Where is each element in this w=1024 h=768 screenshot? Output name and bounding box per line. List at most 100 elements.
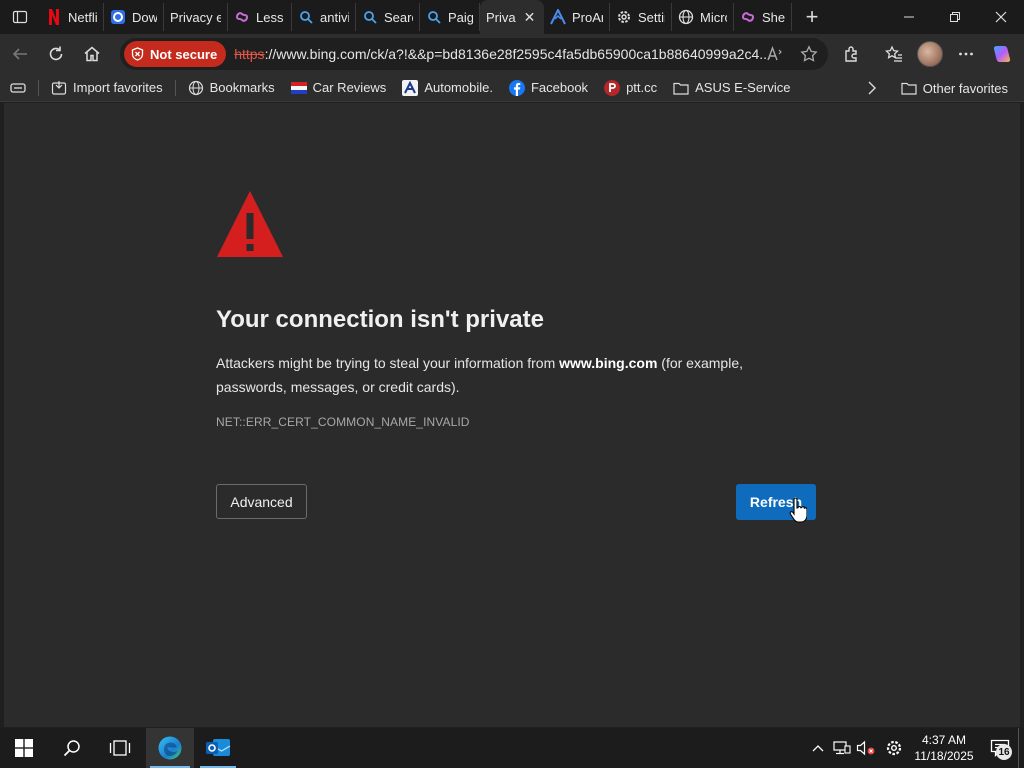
site-host: www.bing.com	[559, 355, 658, 371]
automobile-logo-icon	[402, 79, 419, 96]
tab-paige[interactable]: Paige	[420, 3, 480, 31]
fav-label: Import favorites	[73, 80, 163, 95]
favorite-star-icon[interactable]	[800, 45, 818, 63]
url-scheme: https	[234, 46, 265, 62]
reload-icon	[49, 46, 63, 61]
netflix-icon	[46, 9, 62, 25]
not-secure-badge[interactable]: Not secure	[124, 41, 227, 67]
description-text: Attackers might be trying to steal your …	[216, 355, 560, 371]
fav-bookmarks[interactable]: Bookmarks	[180, 76, 283, 100]
fav-asus-e-service[interactable]: ASUS E-Service	[665, 76, 798, 100]
tab-title: Less s	[256, 9, 285, 25]
url-rest: ://www.bing.com/ck/a?!&&p=bd8136e28f2595…	[264, 46, 771, 62]
toolbar-right	[834, 34, 1024, 74]
back-button[interactable]	[2, 38, 38, 70]
divider	[174, 79, 176, 96]
tab-shes[interactable]: She's	[734, 3, 792, 31]
not-secure-label: Not secure	[150, 46, 218, 62]
tab-microsoft[interactable]: Micrc	[672, 3, 734, 31]
tab-title: Settir	[638, 9, 665, 25]
proart-icon	[550, 9, 566, 25]
settings-menu-button[interactable]	[948, 38, 984, 70]
plus-icon: +	[805, 4, 819, 29]
window-controls	[886, 0, 1024, 34]
show-desktop-button[interactable]	[1018, 728, 1024, 768]
tab-title: She's	[762, 9, 785, 25]
advanced-button[interactable]: Advanced	[216, 484, 307, 519]
restore-button[interactable]	[932, 0, 978, 34]
globe-icon	[188, 80, 204, 96]
import-icon	[51, 80, 67, 96]
browser-toolbar: Not secure https://www.bing.com/ck/a?!&&…	[0, 34, 1024, 74]
close-icon	[995, 11, 1007, 23]
taskbar-outlook[interactable]	[194, 728, 242, 768]
back-arrow-icon	[12, 48, 27, 60]
fav-ptt[interactable]: ptt.cc	[596, 76, 665, 100]
tab-proart[interactable]: ProAr	[544, 3, 610, 31]
restore-icon	[950, 12, 960, 22]
notification-center-button[interactable]: 16	[982, 728, 1018, 768]
favorites-overflow-button[interactable]	[862, 76, 882, 100]
tab-netflix[interactable]: Netflix	[40, 3, 104, 31]
extensions-button[interactable]	[834, 38, 870, 70]
network-button[interactable]	[830, 728, 854, 768]
tab-less[interactable]: Less s	[228, 3, 292, 31]
tab-title: Netflix	[68, 9, 97, 25]
tab-title: Privacy err	[170, 9, 221, 25]
more-dots-icon	[959, 52, 973, 56]
tab-title: Priva	[486, 9, 516, 25]
task-view-button[interactable]	[96, 728, 144, 768]
favorites-button[interactable]	[876, 38, 912, 70]
start-button[interactable]	[0, 728, 48, 768]
clock[interactable]: 4:37 AM 11/18/2025	[906, 732, 982, 764]
favorites-icon	[885, 45, 902, 62]
tab-title: Down	[132, 9, 157, 25]
fav-other-favorites[interactable]: Other favorites	[893, 76, 1016, 100]
fav-import-favorites[interactable]: Import favorites	[43, 76, 171, 100]
tab-privacy-error[interactable]: Privacy err	[164, 3, 228, 31]
volume-button[interactable]	[854, 728, 878, 768]
minimize-button[interactable]	[886, 0, 932, 34]
download-app-icon	[110, 9, 126, 25]
tab-settings[interactable]: Settir	[610, 3, 672, 31]
reload-button[interactable]	[38, 38, 74, 70]
close-icon[interactable]: ✕	[524, 9, 536, 26]
fav-label: ASUS E-Service	[695, 80, 791, 95]
fav-automobile[interactable]: Automobile.	[394, 76, 501, 100]
copilot-icon	[740, 9, 756, 25]
taskbar-search-button[interactable]	[48, 728, 96, 768]
copilot-icon	[234, 9, 250, 25]
tab-antivirus[interactable]: antivi	[292, 3, 356, 31]
home-button[interactable]	[74, 38, 110, 70]
tab-search[interactable]: Searc	[356, 3, 420, 31]
tab-private-active[interactable]: Priva ✕	[480, 0, 544, 34]
fav-label: Car Reviews	[312, 80, 387, 95]
tray-settings-button[interactable]	[882, 728, 906, 768]
taskbar-edge[interactable]	[146, 728, 194, 768]
new-tab-button[interactable]: +	[792, 0, 832, 34]
copilot-button[interactable]	[984, 38, 1020, 70]
error-description: Attackers might be trying to steal your …	[216, 351, 776, 399]
hide-favorites-button[interactable]	[0, 76, 34, 100]
task-view-icon	[109, 740, 131, 756]
tab-actions-button[interactable]	[0, 0, 40, 34]
facebook-icon	[508, 79, 525, 96]
fav-facebook[interactable]: Facebook	[501, 76, 596, 100]
volume-muted-icon	[856, 740, 875, 756]
read-aloud-icon[interactable]	[766, 45, 784, 63]
page-title: Your connection isn't private	[216, 306, 544, 333]
folder-icon	[673, 80, 689, 96]
url-text[interactable]: https://www.bing.com/ck/a?!&&p=bd8136e28…	[234, 46, 774, 62]
close-window-button[interactable]	[978, 0, 1024, 34]
address-bar[interactable]: Not secure https://www.bing.com/ck/a?!&&…	[120, 38, 828, 70]
profile-button[interactable]	[912, 38, 948, 70]
shield-warning-icon	[131, 47, 144, 61]
taskbar: 4:37 AM 11/18/2025 16	[0, 728, 1024, 768]
show-hidden-icons-button[interactable]	[806, 728, 830, 768]
tab-title: antivi	[320, 9, 349, 25]
tab-download[interactable]: Down	[104, 3, 164, 31]
outlook-icon	[206, 739, 231, 756]
fav-car-reviews[interactable]: Car Reviews	[283, 76, 395, 100]
tablet-icon	[10, 82, 26, 93]
minimize-icon	[904, 16, 914, 18]
